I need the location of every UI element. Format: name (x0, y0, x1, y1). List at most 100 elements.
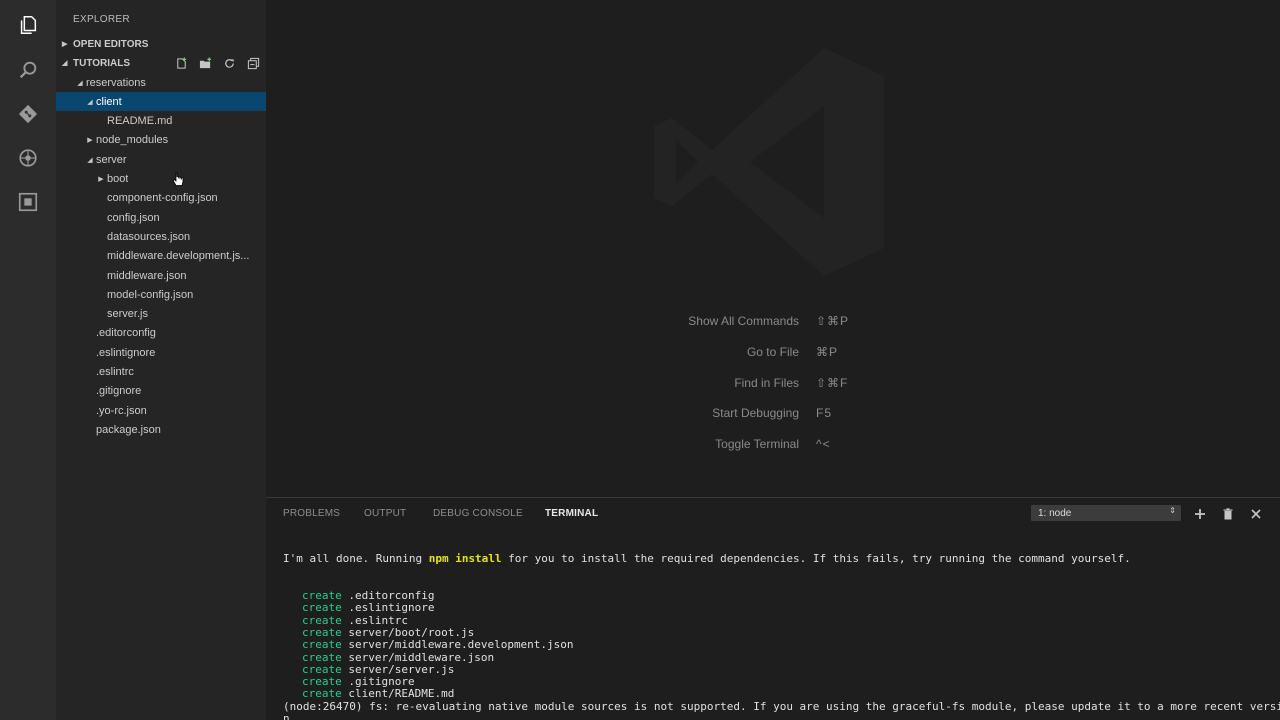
refresh-icon[interactable] (220, 56, 238, 70)
created-file-path: server/boot/root.js (348, 625, 475, 639)
search-icon[interactable] (16, 58, 40, 82)
shortcut-keys: ⇧⌘F (816, 375, 849, 390)
terminal-warning-continuation: n. (283, 712, 297, 720)
mouse-cursor-icon (172, 172, 184, 186)
tree-item-label: middleware.json (107, 269, 187, 282)
intro-command: npm install (428, 552, 502, 565)
create-keyword: create (302, 662, 342, 676)
expanded-twisty-icon: ◢ (62, 60, 68, 67)
created-file-path: server/middleware.json (348, 650, 495, 664)
bottom-panel: PROBLEMS OUTPUT DEBUG CONSOLE TERMINAL 1… (266, 497, 1280, 720)
tab-output[interactable]: OUTPUT (364, 508, 406, 519)
open-editors-header[interactable]: ▶ OPEN EDITORS (56, 35, 266, 53)
shortcut-row: Start Debugging F5 (266, 406, 1280, 424)
tree-item[interactable]: ◢ client (56, 92, 266, 112)
shortcut-label: Go to File (746, 344, 799, 359)
shortcut-row: Find in Files ⇧⌘F (266, 376, 1280, 394)
shortcut-keys: ⌘P (816, 344, 839, 359)
collapse-all-icon[interactable] (244, 56, 262, 70)
create-keyword: create (302, 589, 342, 602)
tree-item-label: boot (107, 173, 129, 185)
intro-text-after: for you to install the required dependen… (501, 552, 1131, 565)
open-editors-label: OPEN EDITORS (73, 38, 149, 50)
shortcut-keys: ^< (816, 437, 831, 452)
collapsed-twisty-icon: ▶ (98, 176, 104, 183)
debug-icon[interactable] (16, 146, 40, 170)
terminal-warning-line: (node:26470) fs: re-evaluating native mo… (283, 700, 1280, 713)
tree-item[interactable]: ▶ node_modules (56, 131, 266, 150)
shortcut-label: Toggle Terminal (715, 437, 799, 452)
intro-text-before: I'm all done. Running (283, 552, 429, 565)
shortcut-label: Show All Commands (688, 314, 799, 328)
tree-item[interactable]: ▶ boot (56, 170, 266, 189)
create-keyword: create (302, 613, 342, 627)
shortcut-keys: ⇧⌘P (816, 314, 850, 328)
tree-item[interactable]: middleware.json (56, 266, 266, 285)
trash-icon[interactable] (1221, 507, 1235, 521)
tab-problems[interactable]: PROBLEMS (283, 508, 340, 519)
tree-item-label: reservations (86, 76, 146, 89)
create-line: create client/README.md (302, 687, 454, 700)
tree-item[interactable]: config.json (56, 208, 266, 227)
shortcut-label: Find in Files (734, 375, 799, 390)
terminal-selector[interactable]: 1: node ⇕ (1031, 505, 1181, 521)
terminal-output[interactable]: I'm all done. Running npm install for yo… (283, 550, 1280, 720)
tree-item[interactable]: .eslintrc (56, 363, 266, 382)
extensions-icon[interactable] (16, 190, 40, 214)
created-file-path: server/server.js (348, 662, 455, 676)
tree-item[interactable]: middleware.development.js... (56, 247, 266, 266)
close-panel-icon[interactable] (1249, 507, 1263, 521)
tree-item[interactable]: .eslintignore (56, 343, 266, 362)
tree-item-label: .eslintignore (96, 346, 156, 359)
tree-item-label: package.json (96, 423, 161, 436)
tree-item-label: .eslintrc (96, 366, 134, 378)
tree-item-label: server (96, 153, 127, 166)
create-line: create server/server.js (302, 663, 454, 676)
editor-empty-area[interactable]: Show All Commands ⇧⌘P Go to File ⌘P Find in … (266, 0, 1280, 496)
tree-item[interactable]: package.json (56, 420, 266, 439)
tutorials-folder-header[interactable]: ◢ TUTORIALS (56, 54, 266, 72)
files-icon[interactable] (16, 13, 40, 37)
tab-debug-console[interactable]: DEBUG CONSOLE (433, 508, 523, 519)
new-folder-icon[interactable] (196, 56, 214, 70)
explorer-sidebar: EXPLORER ▶ OPEN EDITORS ◢ TUTORIALS ◢ res… (56, 0, 266, 720)
tree-item[interactable]: .editorconfig (56, 324, 266, 343)
tree-item[interactable]: .gitignore (56, 382, 266, 401)
create-line: create .gitignore (302, 675, 415, 688)
tree-item[interactable]: server.js (56, 305, 266, 324)
tree-item[interactable]: component-config.json (56, 189, 266, 208)
tree-item-label: .yo-rc.json (96, 404, 147, 417)
create-line: create server/boot/root.js (302, 626, 474, 639)
git-icon[interactable] (16, 102, 40, 126)
created-file-path: .gitignore (348, 675, 415, 689)
add-terminal-icon[interactable] (1193, 507, 1207, 521)
tree-item[interactable]: .yo-rc.json (56, 401, 266, 420)
tree-item-label: server.js (107, 308, 148, 321)
tree-item-label: model-config.json (107, 288, 194, 301)
create-line: create .eslintrc (302, 614, 408, 627)
tree-item-label: middleware.development.js... (107, 250, 250, 263)
create-line: create .eslintignore (302, 601, 434, 614)
collapsed-twisty-icon: ▶ (62, 41, 68, 48)
shortcut-row: Toggle Terminal ^< (266, 437, 1280, 455)
tree-item[interactable]: model-config.json (56, 285, 266, 304)
shortcut-label: Start Debugging (712, 406, 799, 421)
tree-item-label: component-config.json (107, 192, 218, 205)
tab-terminal[interactable]: TERMINAL (545, 508, 598, 519)
tree-item-label: client (96, 95, 122, 108)
tree-item[interactable]: ◢ server (56, 150, 266, 169)
tree-item[interactable]: ◢ reservations (56, 73, 266, 92)
select-arrows-icon: ⇕ (1169, 506, 1176, 515)
explorer-title: EXPLORER (73, 14, 130, 25)
expanded-twisty-icon: ◢ (87, 156, 93, 164)
tree-item[interactable]: README.md (56, 112, 266, 131)
collapsed-twisty-icon: ▶ (87, 137, 93, 145)
expanded-twisty-icon: ◢ (87, 98, 93, 106)
expanded-twisty-icon: ◢ (77, 79, 83, 87)
explorer-actions (172, 54, 262, 72)
create-keyword: create (302, 601, 342, 615)
tree-item[interactable]: datasources.json (56, 227, 266, 246)
activity-bar (0, 0, 56, 720)
created-file-path: .editorconfig (348, 589, 435, 602)
new-file-icon[interactable] (172, 56, 190, 70)
